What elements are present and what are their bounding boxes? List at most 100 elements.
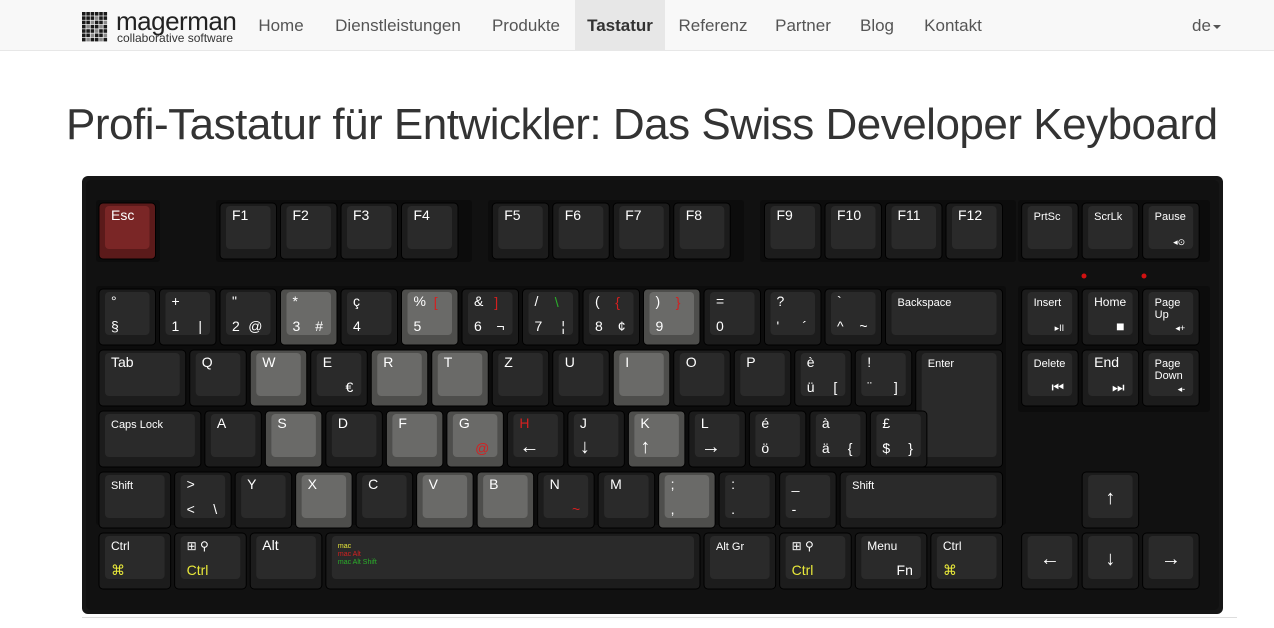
svg-text:J: J bbox=[580, 415, 587, 431]
svg-text:⊞ ⚲: ⊞ ⚲ bbox=[187, 539, 209, 553]
key-f2: F2 bbox=[280, 202, 338, 260]
language-selector[interactable]: de bbox=[1192, 0, 1221, 50]
svg-text:Pause: Pause bbox=[1155, 211, 1186, 223]
svg-text:↓: ↓ bbox=[580, 436, 590, 458]
svg-text:T: T bbox=[444, 354, 453, 370]
led-indicator bbox=[1141, 273, 1147, 279]
key-f: F bbox=[385, 410, 444, 468]
key-page-down: PageDown ◂- bbox=[1142, 349, 1200, 407]
svg-text:&: & bbox=[474, 293, 484, 309]
svg-text:P: P bbox=[746, 354, 755, 370]
key-insert: Insert ▸II bbox=[1021, 288, 1079, 346]
key-⊞-⚲: ⊞ ⚲ Ctrl bbox=[174, 532, 247, 590]
key-v: V bbox=[416, 471, 474, 529]
svg-text:O: O bbox=[686, 354, 697, 370]
svg-text:V: V bbox=[429, 476, 439, 492]
key-`: ` ^ ~ bbox=[824, 288, 882, 346]
key-backspace: Backspace bbox=[885, 288, 1003, 346]
key-": " 2 @ bbox=[219, 288, 277, 346]
svg-text:F10: F10 bbox=[837, 207, 861, 223]
nav-partner[interactable]: Partner bbox=[762, 0, 844, 50]
svg-text:Ctrl: Ctrl bbox=[187, 562, 209, 578]
svg-text:è: è bbox=[807, 354, 815, 370]
key-(: ({8 ¢ bbox=[582, 288, 640, 346]
svg-text:@: @ bbox=[248, 318, 262, 334]
key-ç: ç4 bbox=[340, 288, 398, 346]
svg-text:¨: ¨ bbox=[867, 379, 872, 395]
key-f12: F12 bbox=[945, 202, 1003, 260]
nav-tastatur[interactable]: Tastatur bbox=[575, 0, 665, 50]
nav-kontakt[interactable]: Kontakt bbox=[910, 0, 996, 50]
nav-produkte[interactable]: Produkte bbox=[478, 0, 574, 50]
svg-text:F7: F7 bbox=[625, 207, 642, 223]
svg-text:⏭: ⏭ bbox=[1112, 379, 1125, 395]
key-u: U bbox=[552, 349, 610, 407]
key-↑: ↑ bbox=[1081, 471, 1140, 529]
logo-grid-icon bbox=[82, 12, 108, 42]
nav-dienstleistungen[interactable]: Dienstleistungen bbox=[320, 0, 476, 50]
key-f3: F3 bbox=[340, 202, 398, 260]
key-menu: MenuFn bbox=[854, 532, 928, 590]
key-alt-gr: Alt Gr bbox=[703, 532, 777, 590]
svg-text:8: 8 bbox=[595, 318, 603, 334]
key-d: D bbox=[325, 410, 383, 468]
svg-text:K: K bbox=[640, 415, 650, 431]
svg-text:←: ← bbox=[1040, 548, 1060, 570]
key-m: M bbox=[597, 471, 656, 529]
key-i: I bbox=[612, 349, 671, 407]
svg-text:à: à bbox=[822, 415, 830, 431]
svg-text:]: ] bbox=[894, 379, 898, 395]
svg-text:`: ` bbox=[837, 293, 842, 309]
svg-text:Page: Page bbox=[1155, 358, 1181, 370]
svg-text:→: → bbox=[701, 436, 721, 458]
svg-text:Ctrl: Ctrl bbox=[792, 562, 814, 578]
nav-blog[interactable]: Blog bbox=[846, 0, 908, 50]
svg-text:Shift: Shift bbox=[852, 480, 874, 492]
svg-text:F3: F3 bbox=[353, 207, 370, 223]
svg-text::: : bbox=[731, 476, 735, 492]
svg-text:]: ] bbox=[494, 294, 498, 310]
svg-text:◂-: ◂- bbox=[1178, 384, 1186, 394]
key-k: K↑ bbox=[627, 410, 686, 468]
svg-text:?: ? bbox=[777, 293, 785, 309]
svg-text:~: ~ bbox=[859, 318, 867, 334]
key-shift: Shift bbox=[839, 471, 1003, 529]
svg-text:W: W bbox=[262, 354, 276, 370]
key-&: &] 6 ¬ bbox=[461, 288, 519, 346]
brand-tagline: collaborative software bbox=[117, 31, 234, 45]
nav-referenz[interactable]: Referenz bbox=[666, 0, 760, 50]
svg-text:é: é bbox=[761, 415, 769, 431]
key-f6: F6 bbox=[552, 202, 610, 260]
svg-text:ö: ö bbox=[761, 440, 769, 456]
svg-text:▸II: ▸II bbox=[1055, 323, 1065, 333]
svg-text:[: [ bbox=[833, 379, 837, 395]
key-f9: F9 bbox=[764, 202, 822, 260]
key-scrlk: ScrLk bbox=[1081, 202, 1140, 260]
svg-text:%: % bbox=[414, 293, 426, 309]
key->: > < \ bbox=[174, 471, 232, 529]
svg-text:ü: ü bbox=[807, 379, 815, 395]
svg-text:{: { bbox=[615, 294, 620, 310]
key-è: èü [ bbox=[794, 349, 852, 407]
key-n: N~ bbox=[537, 471, 595, 529]
svg-text:*: * bbox=[293, 293, 299, 309]
key-delete: Delete ⏮ bbox=[1021, 349, 1079, 407]
chevron-down-icon bbox=[1212, 24, 1221, 29]
key-z: Z bbox=[491, 349, 550, 407]
key-;: ;, bbox=[658, 471, 716, 529]
key-b: B bbox=[476, 471, 535, 529]
keyboard-illustration: Esc F1 F2 F3 F4 F5 F6 F7 F8 F9 F10 F11 F12 PrtSc ScrLk… bbox=[82, 176, 1223, 614]
key-prtsc: PrtSc bbox=[1021, 202, 1079, 260]
key-p: P bbox=[733, 349, 792, 407]
svg-text:~: ~ bbox=[572, 501, 580, 517]
key-⊞-⚲: ⊞ ⚲ Ctrl bbox=[779, 532, 852, 590]
svg-text:´: ´ bbox=[802, 318, 807, 334]
key-!: ! ¨] bbox=[854, 349, 913, 407]
svg-text:+: + bbox=[172, 293, 180, 309]
key-+: +1 | bbox=[159, 288, 217, 346]
svg-text:⏮: ⏮ bbox=[1052, 379, 1065, 395]
key-g: G@ bbox=[446, 410, 504, 468]
svg-text:Menu: Menu bbox=[867, 539, 897, 553]
nav-home[interactable]: Home bbox=[244, 0, 318, 50]
svg-text:^: ^ bbox=[837, 318, 844, 334]
